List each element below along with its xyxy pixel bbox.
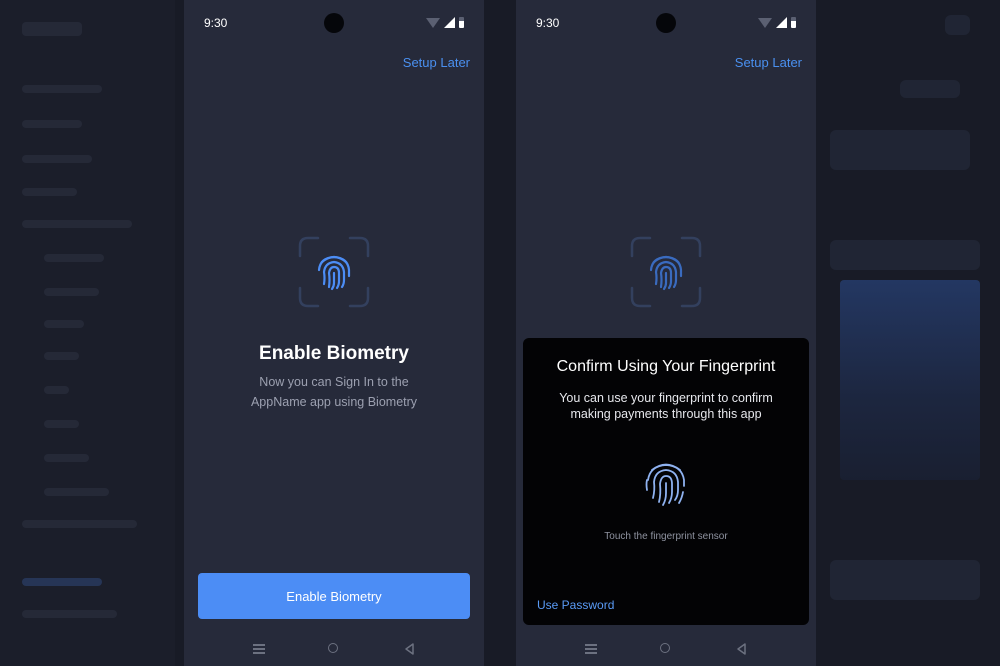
phone-screen-confirm-fingerprint: 9:30 Setup Later Confirm Using Your Fing… xyxy=(516,0,816,666)
back-icon[interactable] xyxy=(403,642,415,661)
status-time: 9:30 xyxy=(204,16,228,30)
menu-icon[interactable] xyxy=(253,644,265,654)
camera-cutout xyxy=(324,13,344,33)
signal-icon xyxy=(776,17,787,28)
background-dashboard xyxy=(0,0,1000,666)
status-icons xyxy=(758,17,796,28)
setup-later-link[interactable]: Setup Later xyxy=(735,55,802,70)
battery-icon xyxy=(791,17,796,28)
status-icons xyxy=(426,17,464,28)
back-icon[interactable] xyxy=(735,642,747,661)
home-icon[interactable] xyxy=(660,643,670,653)
system-navbar xyxy=(184,638,484,660)
background-sidebar xyxy=(0,0,175,666)
background-chart xyxy=(840,280,980,480)
system-navbar xyxy=(516,638,816,660)
setup-later-link[interactable]: Setup Later xyxy=(403,55,470,70)
fingerprint-icon[interactable] xyxy=(644,460,688,508)
enable-biometry-button[interactable]: Enable Biometry xyxy=(198,573,470,619)
menu-icon[interactable] xyxy=(585,644,597,654)
status-time: 9:30 xyxy=(536,16,560,30)
fingerprint-icon xyxy=(630,236,702,308)
page-title: Enable Biometry xyxy=(259,343,409,364)
page-subtitle: Now you can Sign In to the AppName app u… xyxy=(250,375,418,409)
fingerprint-icon xyxy=(298,236,370,308)
signal-icon xyxy=(444,17,455,28)
dialog-body: You can use your fingerprint to confirm … xyxy=(559,391,773,421)
use-password-link[interactable]: Use Password xyxy=(537,598,614,612)
home-icon[interactable] xyxy=(328,643,338,653)
dialog-hint: Touch the fingerprint sensor xyxy=(604,531,728,542)
camera-cutout xyxy=(656,13,676,33)
wifi-icon xyxy=(758,18,772,28)
battery-icon xyxy=(459,17,464,28)
fingerprint-dialog: Confirm Using Your Fingerprint You can u… xyxy=(523,338,809,625)
wifi-icon xyxy=(426,18,440,28)
phone-screen-enable-biometry: 9:30 Setup Later Enable Biometry Now you… xyxy=(184,0,484,666)
dialog-title: Confirm Using Your Fingerprint xyxy=(556,358,776,375)
